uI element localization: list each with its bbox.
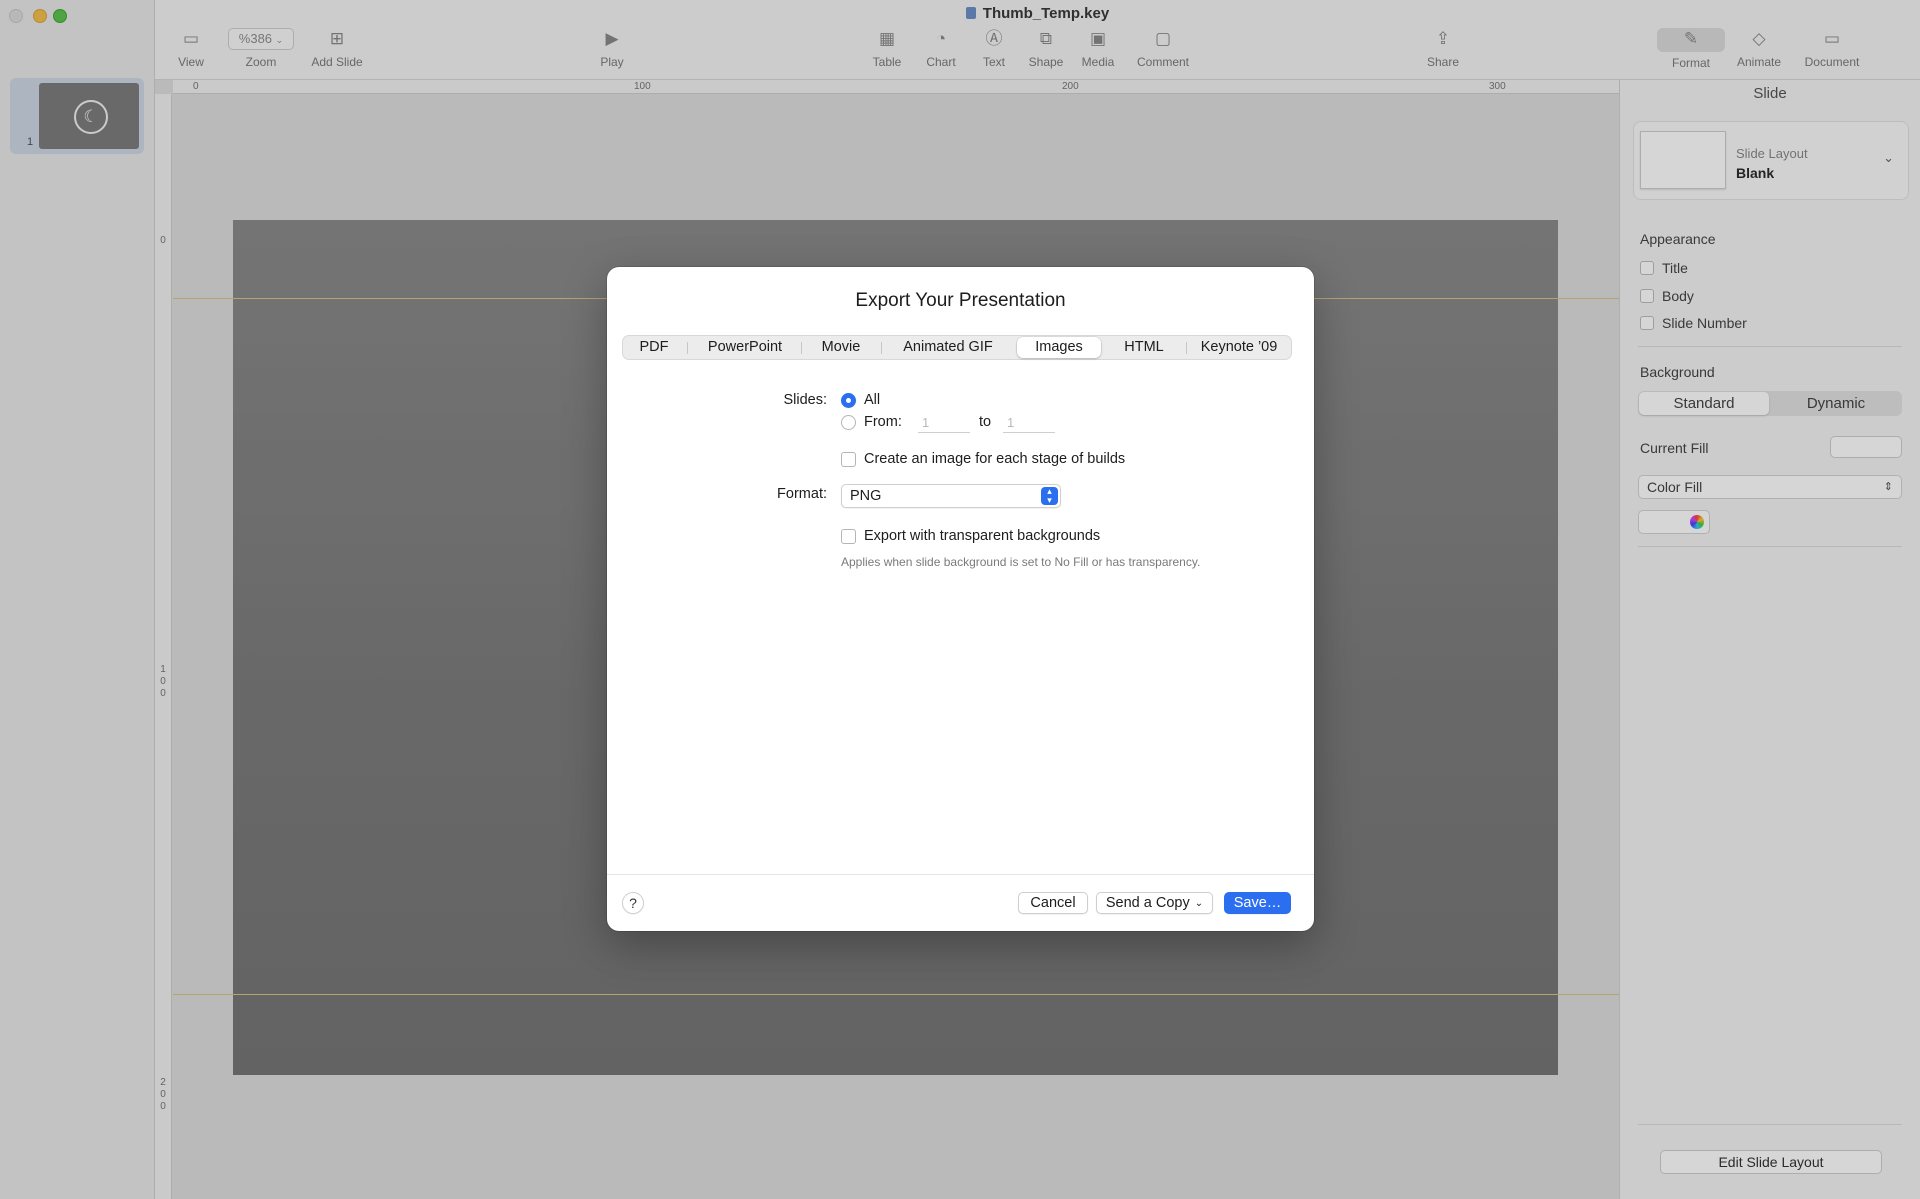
chevron-updown-icon: ▴ ▾ bbox=[1041, 487, 1058, 505]
builds-label: Create an image for each stage of builds bbox=[864, 451, 1126, 467]
export-dialog: Export Your Presentation PDF PowerPoint … bbox=[607, 267, 1314, 931]
tab-images[interactable]: Images bbox=[1017, 337, 1101, 358]
slides-all-radio[interactable] bbox=[841, 393, 856, 408]
tab-keynote-09[interactable]: Keynote ’09 bbox=[1188, 336, 1290, 359]
cancel-button[interactable]: Cancel bbox=[1018, 892, 1088, 914]
send-a-copy-button[interactable]: Send a Copy ⌄ bbox=[1096, 892, 1213, 914]
slides-from-field[interactable]: 1 bbox=[918, 413, 970, 433]
format-label: Format: bbox=[777, 486, 827, 502]
tab-separator bbox=[1186, 342, 1187, 354]
tab-separator bbox=[881, 342, 882, 354]
slides-label: Slides: bbox=[783, 392, 827, 408]
tab-movie[interactable]: Movie bbox=[803, 336, 879, 359]
transparent-background-label: Export with transparent backgrounds bbox=[864, 528, 1101, 544]
tab-html[interactable]: HTML bbox=[1104, 336, 1184, 359]
divider bbox=[607, 874, 1314, 875]
image-format-select[interactable]: PNG ▴ ▾ bbox=[841, 484, 1061, 508]
send-a-copy-label: Send a Copy bbox=[1105, 895, 1190, 911]
slides-from-label: From: bbox=[864, 414, 902, 430]
tab-animated-gif[interactable]: Animated GIF bbox=[883, 336, 1013, 359]
tab-powerpoint[interactable]: PowerPoint bbox=[689, 336, 801, 359]
slides-from-radio[interactable] bbox=[841, 415, 856, 430]
tab-separator bbox=[801, 342, 802, 354]
tab-separator bbox=[687, 342, 688, 354]
help-button[interactable]: ? bbox=[622, 892, 644, 914]
save-button[interactable]: Save… bbox=[1224, 892, 1291, 914]
image-format-value: PNG bbox=[850, 488, 882, 504]
chevron-down-icon: ⌄ bbox=[1194, 898, 1204, 909]
slides-to-label: to bbox=[979, 414, 992, 430]
tab-pdf[interactable]: PDF bbox=[623, 336, 685, 359]
builds-checkbox[interactable] bbox=[841, 452, 856, 467]
keynote-window: 1 ☾ Thumb_Temp.key ▭ View %386 ⌄ Zoom ⊞ … bbox=[0, 0, 1920, 1199]
export-format-tabs: PDF PowerPoint Movie Animated GIF Images… bbox=[622, 335, 1292, 360]
transparent-background-checkbox[interactable] bbox=[841, 529, 856, 544]
transparent-background-hint: Applies when slide background is set to … bbox=[841, 555, 1201, 569]
slides-all-label: All bbox=[864, 392, 881, 408]
export-dialog-title: Export Your Presentation bbox=[855, 290, 1066, 311]
slides-to-field[interactable]: 1 bbox=[1003, 413, 1055, 433]
